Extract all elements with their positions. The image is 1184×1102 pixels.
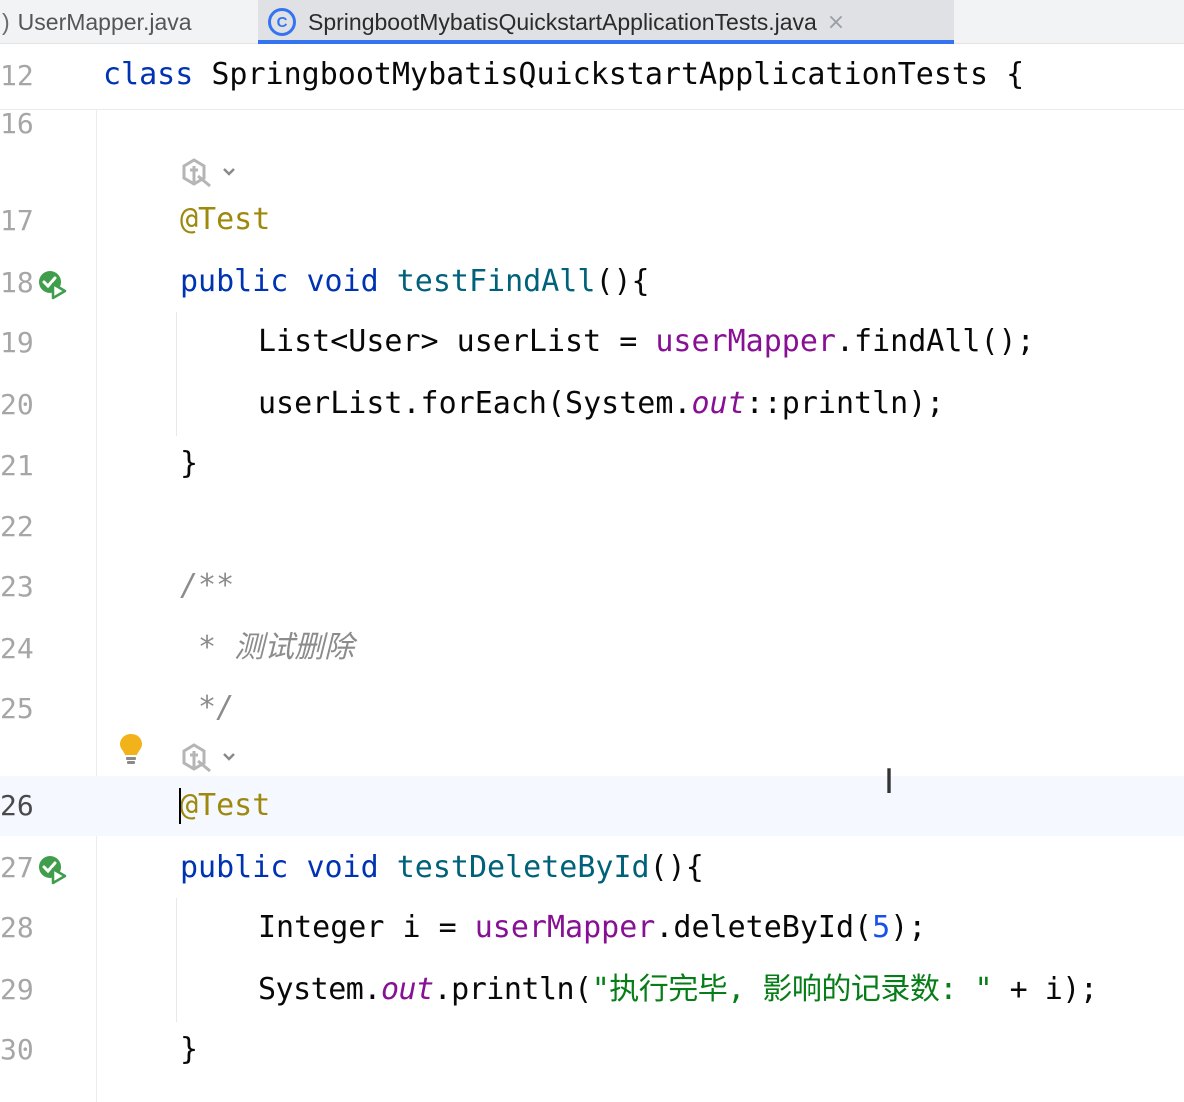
class-keyword: class (103, 57, 194, 92)
code-line-23[interactable]: /** (180, 566, 234, 606)
code-line-21[interactable]: } (180, 444, 198, 484)
gutter-separator (96, 110, 97, 1102)
run-test-icon[interactable] (36, 268, 68, 300)
code-line-25[interactable]: */ (180, 688, 234, 728)
method-params: (){ (595, 264, 650, 299)
static-field-out: out (691, 386, 746, 421)
public-keyword: public (180, 850, 289, 885)
code-text: .findAll(); (835, 324, 1035, 359)
close-brace: } (180, 1032, 199, 1067)
editor-tab-bar: ) UserMapper.java C SpringbootMybatisQui… (0, 0, 1184, 44)
line-number-17: 17 (0, 204, 34, 237)
method-params: (){ (649, 850, 704, 885)
code-line-19[interactable]: List<User> userList = userMapper.findAll… (258, 322, 1035, 362)
annotation-test: @Test (180, 202, 271, 237)
java-class-file-icon-letter: C (276, 13, 288, 31)
code-text: + i); (992, 972, 1098, 1007)
tab-application-tests-label: SpringbootMybatisQuickstartApplicationTe… (308, 8, 817, 35)
current-line-highlight (0, 776, 1184, 836)
class-name: SpringbootMybatisQuickstartApplicationTe… (211, 57, 989, 92)
tab-usermapper-icon-fragment: ) (2, 8, 10, 35)
method-name-testfindall: testFindAll (396, 264, 596, 299)
tab-close-icon[interactable]: × (827, 10, 845, 35)
lightbulb-icon[interactable] (117, 732, 145, 766)
run-test-icon[interactable] (36, 853, 68, 885)
sticky-class-header[interactable]: 12 class SpringbootMybatisQuickstartAppl… (0, 44, 1184, 110)
tab-usermapper[interactable]: ) UserMapper.java (0, 0, 258, 44)
line-number-26: 26 (0, 789, 34, 822)
doc-comment: * 测试删除 (180, 630, 355, 665)
ai-inlay-hint-icon[interactable] (180, 741, 236, 777)
text-caret (179, 788, 181, 824)
line-number-25: 25 (0, 692, 34, 725)
field-usermapper: userMapper (655, 324, 836, 359)
line-number-24: 24 (0, 632, 34, 665)
line-number-23: 23 (0, 570, 34, 603)
line-number-18: 18 (0, 266, 34, 299)
indent-guide (176, 312, 177, 436)
public-keyword: public (180, 264, 289, 299)
tab-application-tests[interactable]: C SpringbootMybatisQuickstartApplication… (258, 0, 954, 44)
java-class-file-icon: C (268, 8, 296, 36)
annotation-test: @Test (180, 788, 271, 823)
code-line-27[interactable]: public void testDeleteById(){ (180, 848, 704, 888)
line-number-28: 28 (0, 911, 34, 944)
code-text: .deleteById( (655, 910, 873, 945)
line-number-30: 30 (0, 1033, 34, 1066)
sticky-class-declaration: class SpringbootMybatisQuickstartApplica… (103, 55, 1024, 95)
line-number-20: 20 (0, 388, 34, 421)
doc-comment: /** (180, 568, 235, 603)
code-line-18[interactable]: public void testFindAll(){ (180, 262, 650, 302)
code-line-26[interactable]: @Test (180, 786, 270, 826)
line-number-16: 16 (0, 107, 34, 140)
code-text: ::println); (745, 386, 945, 421)
line-number-29: 29 (0, 973, 34, 1006)
code-line-24[interactable]: * 测试删除 (180, 628, 354, 668)
code-line-17[interactable]: @Test (180, 200, 270, 240)
line-number-27: 27 (0, 851, 34, 884)
code-line-29[interactable]: System.out.println("执行完毕, 影响的记录数: " + i)… (258, 970, 1098, 1010)
line-number-12: 12 (0, 59, 34, 92)
ai-inlay-hint-icon[interactable] (180, 156, 236, 192)
text-cursor-icon: I (884, 762, 895, 802)
static-field-out: out (380, 972, 434, 1007)
code-line-28[interactable]: Integer i = userMapper.deleteById(5); (258, 908, 926, 948)
code-text: System. (258, 972, 381, 1007)
string-literal: "执行完毕, 影响的记录数: " (591, 972, 993, 1007)
line-number-21: 21 (0, 449, 34, 482)
code-text: .println( (433, 972, 593, 1007)
method-name-testdeletebyid: testDeleteById (396, 850, 650, 885)
class-open-brace: { (1006, 57, 1025, 92)
line-number-19: 19 (0, 326, 34, 359)
code-text: userList.forEach(System. (258, 386, 692, 421)
code-text: ); (890, 910, 927, 945)
doc-comment: */ (180, 690, 235, 725)
code-text: Integer i = (258, 910, 475, 945)
field-usermapper: userMapper (474, 910, 656, 945)
indent-guide (176, 898, 177, 1022)
tab-usermapper-label: UserMapper.java (17, 8, 192, 35)
code-line-20[interactable]: userList.forEach(System.out::println); (258, 384, 944, 424)
void-keyword: void (306, 850, 379, 885)
void-keyword: void (306, 264, 379, 299)
code-text: List<User> userList = (258, 324, 656, 359)
close-brace: } (180, 446, 199, 481)
code-line-30[interactable]: } (180, 1030, 198, 1070)
line-number-22: 22 (0, 510, 34, 543)
number-literal: 5 (872, 910, 891, 945)
